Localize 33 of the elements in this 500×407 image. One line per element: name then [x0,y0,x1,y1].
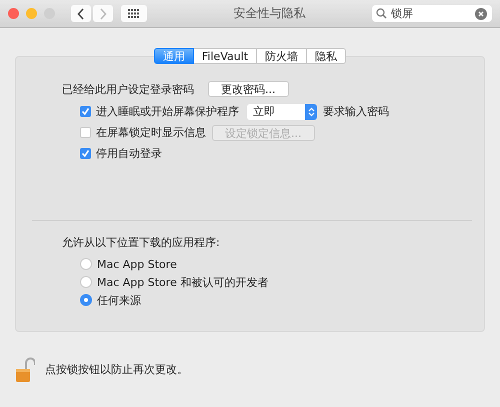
checkbox-label[interactable]: 停用自动登录 [96,146,162,161]
downloads-heading: 允许从以下位置下载的应用程序: [62,235,221,250]
checkbox-label[interactable]: 进入睡眠或开始屏幕保护程序 [96,104,239,119]
radio-label[interactable]: 任何来源 [97,292,141,308]
back-button[interactable] [71,5,91,22]
radio-button[interactable] [80,258,92,270]
radio-button[interactable] [80,276,92,288]
chevron-right-icon [99,8,107,20]
tab[interactable]: 隐私 [307,48,346,64]
radio-button[interactable] [80,294,92,306]
checkbox[interactable] [80,106,91,117]
search-field[interactable]: 锁屏 [372,5,492,22]
show-all-button[interactable] [121,5,147,22]
password-label: 已经给此用户设定登录密码 [62,82,194,96]
search-icon [376,8,387,19]
tab[interactable]: 防火墙 [257,48,308,64]
radio-label[interactable]: Mac App Store [97,258,177,270]
search-text: 锁屏 [391,6,414,21]
minimize-button[interactable] [26,8,37,19]
checkbox[interactable] [80,148,91,159]
clear-icon[interactable] [475,8,487,20]
tab[interactable]: FileVault [194,48,258,64]
requirement-label: 要求输入密码 [323,104,389,119]
unlocked-padlock-icon[interactable] [15,356,35,383]
window-title: 安全性与隐私 [232,5,306,22]
chevron-left-icon [77,8,85,20]
radio-label[interactable]: Mac App Store 和被认可的开发者 [97,274,268,290]
close-button[interactable] [8,8,19,19]
lock-hint-text: 点按锁按钮以防止再次更改。 [45,362,188,377]
change-password-button[interactable]: 更改密码... [208,81,288,97]
up-down-arrows-icon [308,106,314,116]
grid-icon [128,8,140,18]
timing-dropdown[interactable]: 立即 [247,104,317,120]
